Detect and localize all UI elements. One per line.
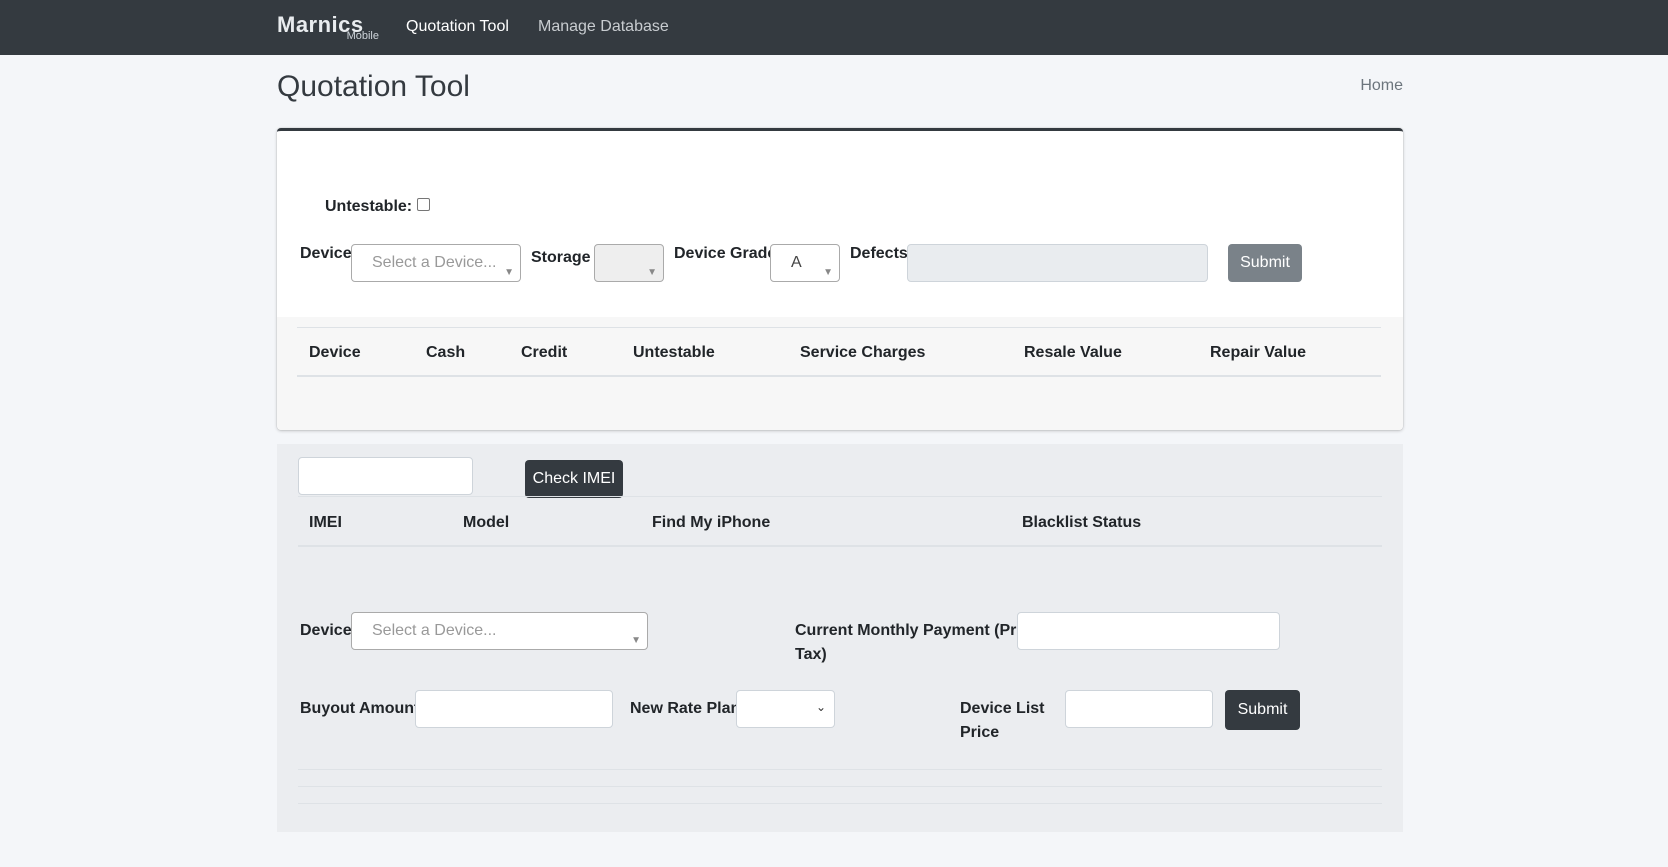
col-service-charges: Service Charges xyxy=(800,344,926,361)
storage-label: Storage xyxy=(531,249,591,266)
device-select-placeholder: Select a Device... xyxy=(372,254,497,271)
quotation-card: Untestable: Device Select a Device... ▼ … xyxy=(277,128,1403,430)
col-imei: IMEI xyxy=(309,514,342,531)
table-divider xyxy=(297,327,1381,328)
buyout-device-select[interactable]: Select a Device... ▼ xyxy=(351,612,648,650)
table-header-divider xyxy=(297,375,1381,377)
new-rate-plan-label: New Rate Plan xyxy=(630,700,741,717)
chevron-down-icon: ▼ xyxy=(823,267,833,278)
col-resale-value: Resale Value xyxy=(1024,344,1122,361)
storage-select[interactable]: ▼ xyxy=(594,244,664,282)
imei-input[interactable] xyxy=(298,457,473,495)
col-blacklist-status: Blacklist Status xyxy=(1022,514,1142,531)
nav-link-quotation-tool[interactable]: Quotation Tool xyxy=(406,18,509,36)
page-title: Quotation Tool xyxy=(277,70,470,103)
quote-results-panel: Device Cash Credit Untestable Service Ch… xyxy=(277,317,1403,430)
device-grade-value: A xyxy=(791,254,802,271)
monthly-payment-label-line1: Current Monthly Payment (Pre xyxy=(795,622,1026,639)
chevron-down-icon: ⌄ xyxy=(815,700,826,714)
defects-input[interactable] xyxy=(907,244,1208,282)
col-repair-value: Repair Value xyxy=(1210,344,1307,361)
device-list-price-input[interactable] xyxy=(1065,690,1213,728)
device-label: Device xyxy=(300,245,352,262)
chevron-down-icon: ▼ xyxy=(647,267,657,278)
brand-subtitle: Mobile xyxy=(346,30,379,42)
results-divider xyxy=(298,786,1382,787)
buyout-device-placeholder: Select a Device... xyxy=(372,622,497,639)
table-divider xyxy=(298,496,1382,497)
col-credit: Credit xyxy=(521,344,568,361)
results-divider xyxy=(298,803,1382,804)
untestable-checkbox[interactable] xyxy=(417,198,430,211)
col-find-my-iphone: Find My iPhone xyxy=(652,514,771,531)
device-grade-label: Device Grade xyxy=(674,245,777,262)
check-imei-button[interactable]: Check IMEI xyxy=(525,460,623,498)
monthly-payment-label-line2: Tax) xyxy=(795,646,827,663)
untestable-label: Untestable: xyxy=(325,198,413,215)
quote-submit-button[interactable]: Submit xyxy=(1228,244,1302,282)
buyout-amount-label: Buyout Amount xyxy=(300,700,420,717)
results-divider xyxy=(298,769,1382,770)
brand-logo[interactable]: Marnics Mobile xyxy=(277,12,381,42)
buyout-amount-input[interactable] xyxy=(415,690,613,728)
col-cash: Cash xyxy=(426,344,466,361)
col-device: Device xyxy=(309,344,361,361)
nav-link-manage-database[interactable]: Manage Database xyxy=(538,18,669,36)
device-grade-select[interactable]: A ▼ xyxy=(770,244,840,282)
col-untestable: Untestable xyxy=(633,344,715,361)
table-header-divider xyxy=(298,545,1382,547)
col-model: Model xyxy=(463,514,510,531)
chevron-down-icon: ▼ xyxy=(504,267,514,278)
defects-label: Defects xyxy=(850,245,908,262)
device-select[interactable]: Select a Device... ▼ xyxy=(351,244,521,282)
imei-buyout-card: Check IMEI IMEI Model Find My iPhone Bla… xyxy=(277,444,1403,832)
breadcrumb-home[interactable]: Home xyxy=(1360,77,1403,95)
device-list-price-label-line2: Price xyxy=(960,724,1000,741)
device-list-price-label-line1: Device List xyxy=(960,700,1045,717)
monthly-payment-input[interactable] xyxy=(1017,612,1280,650)
top-navbar: Marnics Mobile Quotation Tool Manage Dat… xyxy=(0,0,1668,55)
buyout-device-label: Device xyxy=(300,622,352,639)
buyout-submit-button[interactable]: Submit xyxy=(1225,690,1300,730)
new-rate-plan-select[interactable]: ⌄ xyxy=(736,690,835,728)
chevron-down-icon: ▼ xyxy=(631,635,641,646)
